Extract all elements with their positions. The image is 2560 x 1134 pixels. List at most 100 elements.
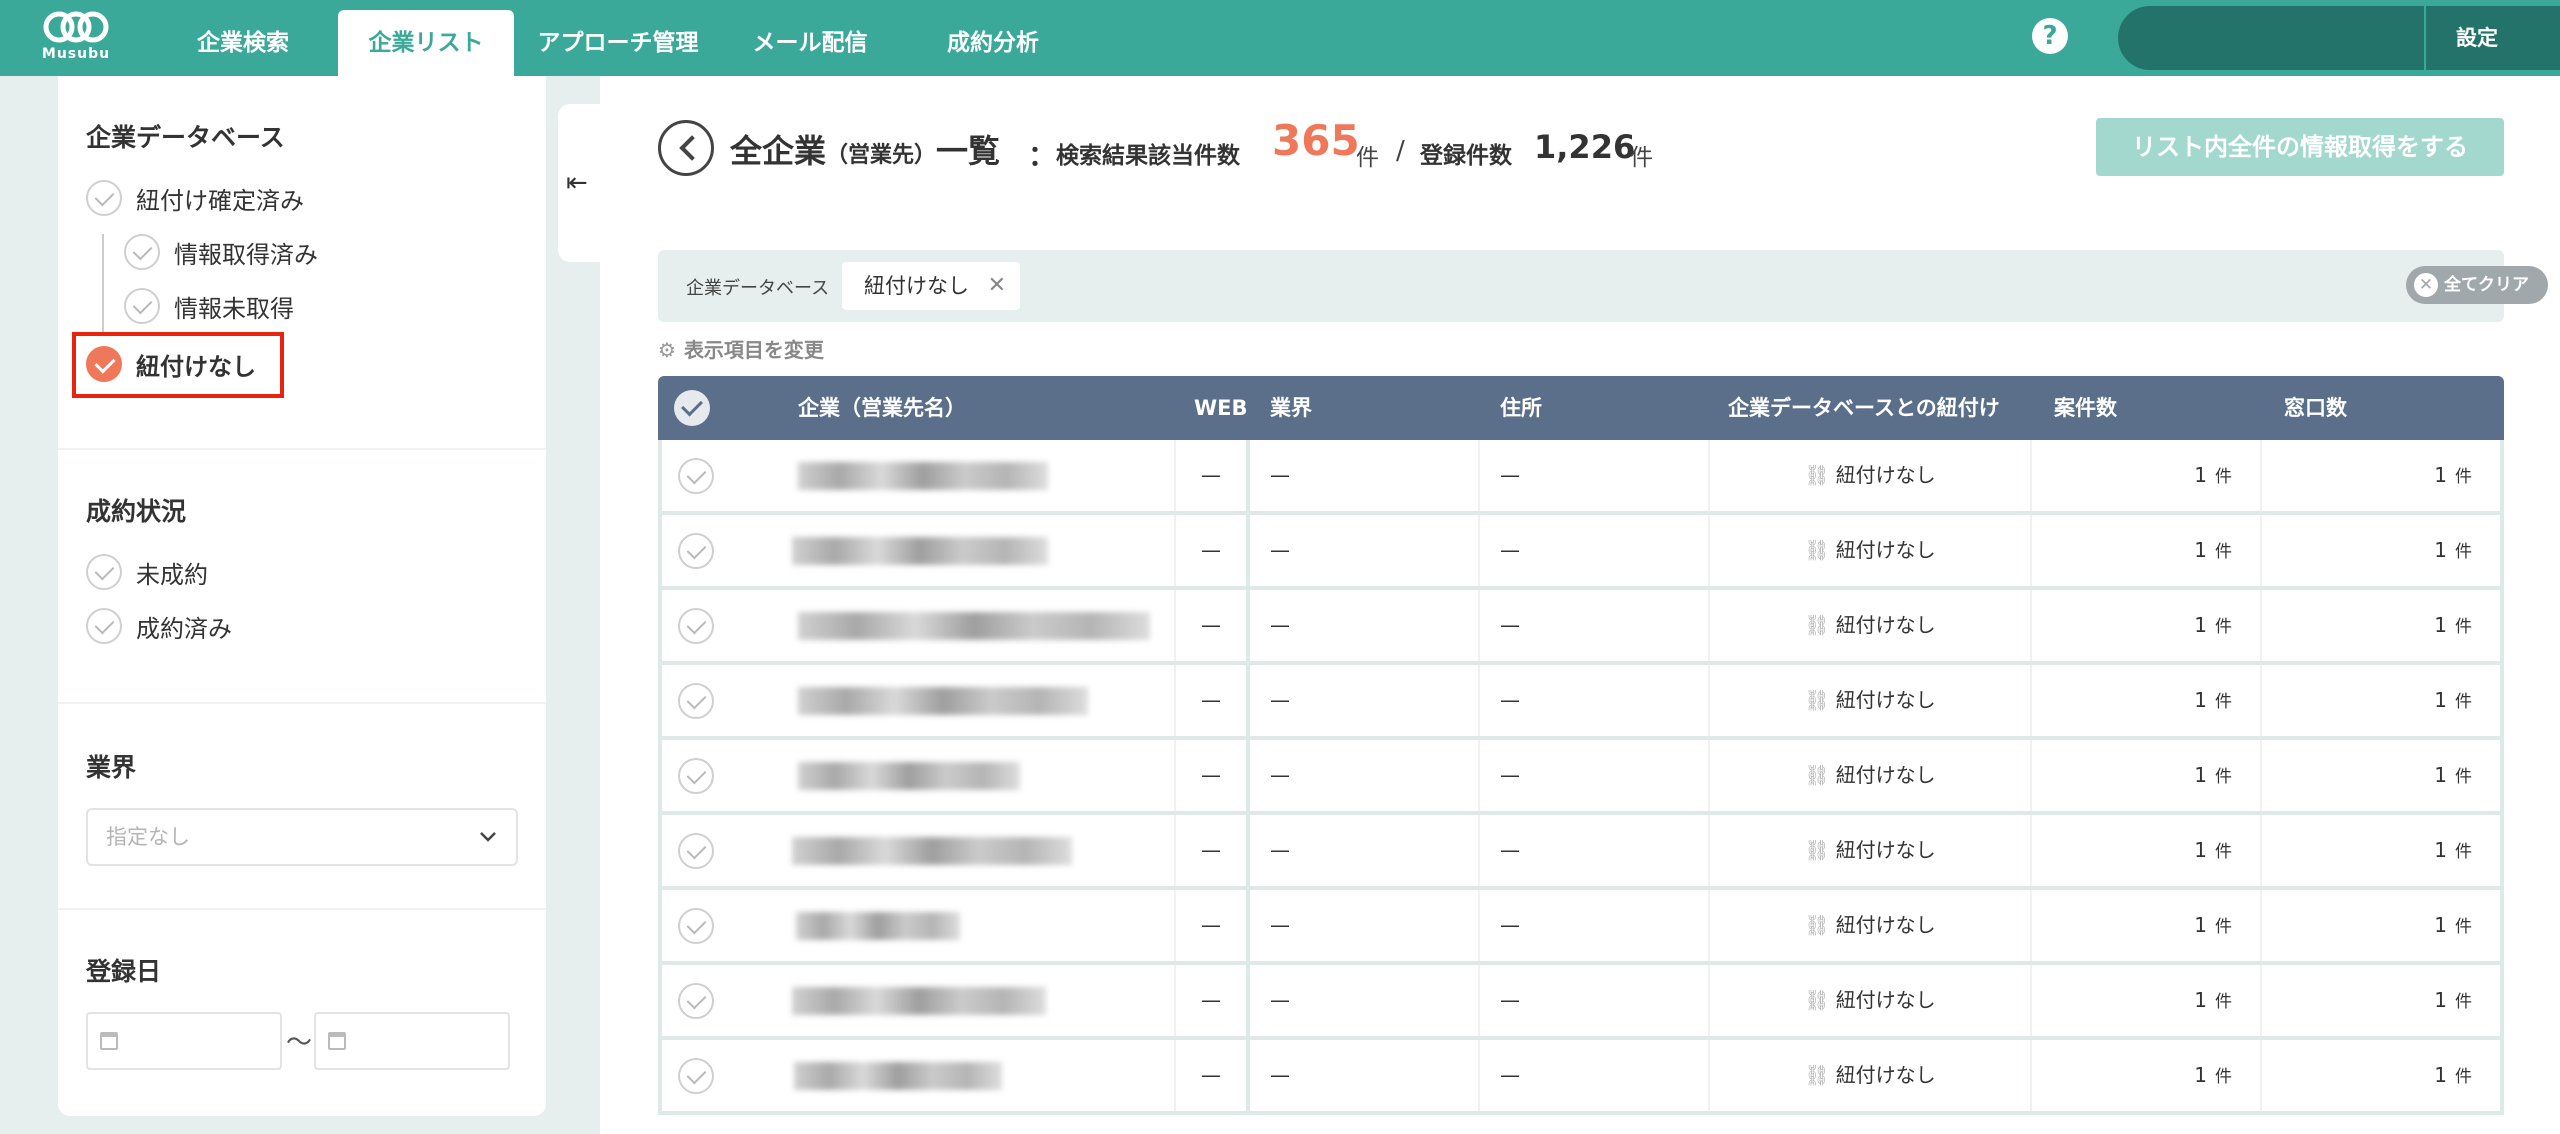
- address-cell: —: [1480, 1040, 1710, 1111]
- db-link-cell[interactable]: ⛓ 紐付けなし: [1710, 1040, 2032, 1111]
- contacts-unit: 件: [2455, 542, 2472, 562]
- db-link-cell[interactable]: ⛓ 紐付けなし: [1710, 590, 2032, 661]
- web-cell: —: [1176, 740, 1250, 811]
- db-link-cell[interactable]: ⛓ 紐付けなし: [1710, 440, 2032, 511]
- change-columns-link[interactable]: ⚙ 表示項目を変更: [658, 334, 824, 363]
- column-header-company[interactable]: 企業（営業先名）: [798, 376, 966, 440]
- filter-linked-confirmed[interactable]: 紐付け確定済み: [86, 180, 304, 216]
- db-link-cell[interactable]: ⛓ 紐付けなし: [1710, 515, 2032, 586]
- nav-company-list[interactable]: 企業リスト: [338, 10, 514, 76]
- filter-chip-not-linked: 紐付けなし ✕: [842, 262, 1020, 310]
- address-cell: —: [1480, 665, 1710, 736]
- check-icon: [86, 346, 122, 382]
- back-arrow-icon[interactable]: [658, 120, 714, 176]
- title-colon: ：: [1028, 139, 1057, 172]
- contacts-unit: 件: [2455, 917, 2472, 937]
- column-header-industry[interactable]: 業界: [1270, 376, 1312, 440]
- table-row[interactable]: — — — ⛓ 紐付けなし 1 件 1 件: [658, 740, 2504, 815]
- web-cell: —: [1176, 965, 1250, 1036]
- industry-select[interactable]: 指定なし: [86, 808, 518, 866]
- table-row[interactable]: — — — ⛓ 紐付けなし 1 件 1 件: [658, 515, 2504, 590]
- db-link-label: 紐付けなし: [1835, 538, 1936, 562]
- fetch-all-info-button[interactable]: リスト内全件の情報取得をする: [2096, 118, 2504, 176]
- table-row[interactable]: — — — ⛓ 紐付けなし 1 件 1 件: [658, 665, 2504, 740]
- filter-info-not-acquired[interactable]: 情報未取得: [124, 288, 294, 324]
- nav-company-search[interactable]: 企業検索: [180, 0, 306, 76]
- contacts-cell: 1件: [2262, 590, 2500, 661]
- filter-not-contracted[interactable]: 未成約: [86, 554, 208, 590]
- contacts-count: 1: [2434, 1063, 2447, 1087]
- check-icon: [124, 234, 160, 270]
- db-link-cell[interactable]: ⛓ 紐付けなし: [1710, 740, 2032, 811]
- db-link-label: 紐付けなし: [1835, 613, 1936, 637]
- deals-cell: 1件: [2032, 440, 2262, 511]
- filter-label: 情報取得済み: [174, 240, 318, 269]
- industry-cell: —: [1250, 440, 1480, 511]
- filter-sidebar: 企業データベース 紐付け確定済み 情報取得済み 情報未取得 紐付けなし 成約状況…: [58, 76, 546, 1116]
- logo-text: Musubu: [41, 46, 111, 62]
- settings-button[interactable]: 設定: [2424, 6, 2560, 70]
- collapse-sidebar-button[interactable]: ⇤: [558, 104, 600, 262]
- top-nav-bar: Musubu 企業検索 企業リスト アプローチ管理 メール配信 成約分析 ? 設…: [0, 0, 2560, 76]
- close-icon[interactable]: ✕: [988, 262, 1006, 310]
- column-header-db-link[interactable]: 企業データベースとの紐付け: [1728, 376, 2000, 440]
- deals-unit: 件: [2215, 1067, 2232, 1087]
- help-icon[interactable]: ?: [2032, 18, 2068, 54]
- registered-count-label: 登録件数: [1420, 143, 1512, 169]
- filter-label: 紐付け確定済み: [136, 186, 304, 215]
- divider: [58, 448, 546, 450]
- deals-count: 1: [2194, 763, 2207, 787]
- result-count-unit: 件: [1356, 145, 1379, 171]
- db-link-cell[interactable]: ⛓ 紐付けなし: [1710, 815, 2032, 886]
- filter-contracted[interactable]: 成約済み: [86, 608, 232, 644]
- column-header-contacts[interactable]: 窓口数: [2284, 376, 2347, 440]
- table-row[interactable]: — — — ⛓ 紐付けなし 1 件 1 件: [658, 890, 2504, 965]
- date-from-input[interactable]: [86, 1012, 282, 1070]
- web-cell: —: [1176, 590, 1250, 661]
- web-cell: —: [1176, 815, 1250, 886]
- db-link-cell[interactable]: ⛓ 紐付けなし: [1710, 890, 2032, 961]
- deals-count: 1: [2194, 688, 2207, 712]
- table-row[interactable]: — — — ⛓ 紐付けなし 1 件 1 件: [658, 815, 2504, 890]
- link-icon: ⛓: [1804, 913, 1830, 937]
- industry-select-value: 指定なし: [106, 825, 190, 849]
- date-range-separator: 〜: [286, 1028, 313, 1058]
- deals-unit: 件: [2215, 842, 2232, 862]
- table-row[interactable]: — — — ⛓ 紐付けなし 1 件 1 件: [658, 965, 2504, 1040]
- db-link-cell[interactable]: ⛓ 紐付けなし: [1710, 965, 2032, 1036]
- date-to-input[interactable]: [314, 1012, 510, 1070]
- contacts-unit: 件: [2455, 467, 2472, 487]
- column-header-address[interactable]: 住所: [1500, 376, 1542, 440]
- table-row[interactable]: — — — ⛓ 紐付けなし 1 件 1 件: [658, 440, 2504, 515]
- filter-info-acquired[interactable]: 情報取得済み: [124, 234, 318, 270]
- nav-mail-delivery[interactable]: メール配信: [742, 0, 878, 76]
- musubu-logo[interactable]: Musubu: [36, 10, 116, 68]
- deals-unit: 件: [2215, 692, 2232, 712]
- filter-not-linked[interactable]: 紐付けなし: [86, 346, 256, 382]
- deals-cell: 1件: [2032, 1040, 2262, 1111]
- contacts-cell: 1件: [2262, 1040, 2500, 1111]
- select-all-checkbox[interactable]: [674, 390, 710, 426]
- deals-count: 1: [2194, 913, 2207, 937]
- contacts-unit: 件: [2455, 692, 2472, 712]
- user-account-box[interactable]: [2118, 6, 2424, 70]
- nav-deal-analysis[interactable]: 成約分析: [936, 0, 1050, 76]
- clear-all-button[interactable]: ✕ 全てクリア: [2406, 266, 2548, 304]
- page-title: 全企業（営業先）一覧: [730, 126, 1000, 172]
- column-header-web[interactable]: WEB: [1194, 376, 1248, 440]
- contacts-unit: 件: [2455, 617, 2472, 637]
- web-cell: —: [1176, 515, 1250, 586]
- company-cell: [662, 740, 1176, 811]
- contacts-cell: 1件: [2262, 965, 2500, 1036]
- table-row[interactable]: — — — ⛓ 紐付けなし 1 件 1 件: [658, 1040, 2504, 1115]
- check-icon: [124, 288, 160, 324]
- contacts-unit: 件: [2455, 1067, 2472, 1087]
- nav-approach-management[interactable]: アプローチ管理: [530, 0, 706, 76]
- change-columns-label: 表示項目を変更: [683, 338, 824, 362]
- contacts-count: 1: [2434, 763, 2447, 787]
- column-header-deals[interactable]: 案件数: [2054, 376, 2117, 440]
- deals-count: 1: [2194, 613, 2207, 637]
- industry-title: 業界: [86, 753, 137, 782]
- db-link-cell[interactable]: ⛓ 紐付けなし: [1710, 665, 2032, 736]
- table-row[interactable]: — — — ⛓ 紐付けなし 1 件 1 件: [658, 590, 2504, 665]
